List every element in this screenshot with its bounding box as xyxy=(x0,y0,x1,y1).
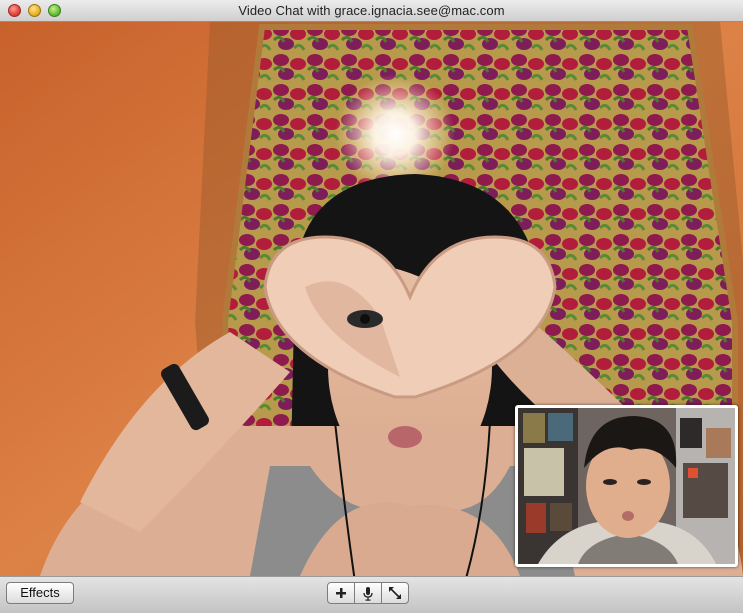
video-chat-window: Video Chat with grace.ignacia.see@mac.co… xyxy=(0,0,743,613)
title-bar[interactable]: Video Chat with grace.ignacia.see@mac.co… xyxy=(0,0,743,22)
add-participant-button[interactable] xyxy=(327,582,355,604)
mute-microphone-button[interactable] xyxy=(354,582,382,604)
effects-button[interactable]: Effects xyxy=(6,582,74,604)
microphone-icon xyxy=(363,586,373,601)
self-view-preview[interactable] xyxy=(515,405,738,567)
plus-icon xyxy=(336,588,346,598)
call-controls xyxy=(327,582,409,604)
window-title: Video Chat with grace.ignacia.see@mac.co… xyxy=(238,3,505,18)
expand-arrows-icon xyxy=(389,587,401,599)
bottom-toolbar: Effects xyxy=(0,576,743,613)
fullscreen-button[interactable] xyxy=(381,582,409,604)
